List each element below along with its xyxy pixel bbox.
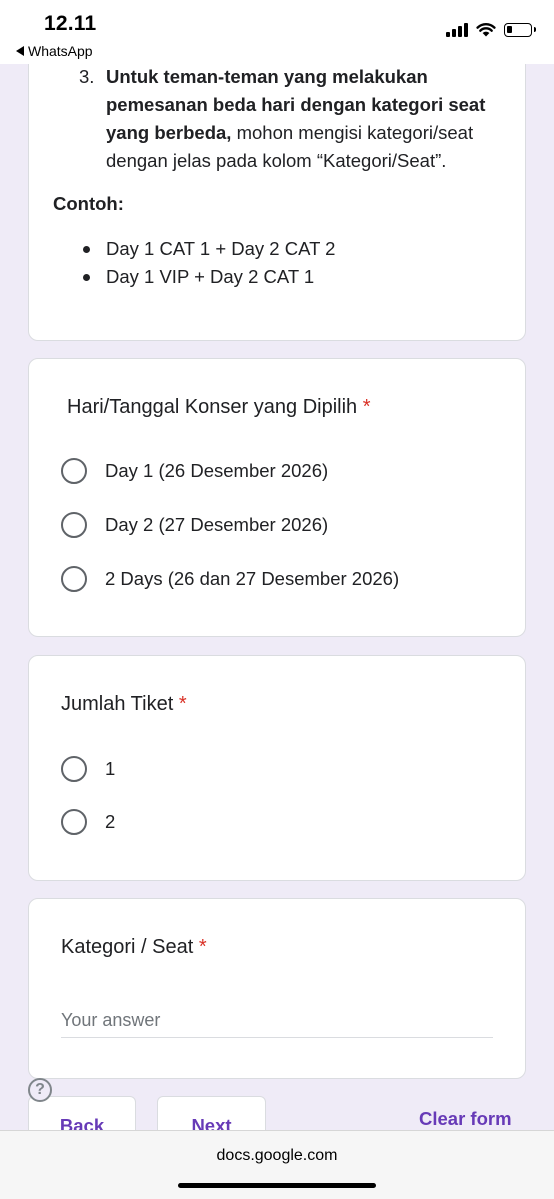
radio-button[interactable] bbox=[61, 458, 87, 484]
option-label: 2 Days (26 dan 27 Desember 2026) bbox=[105, 568, 400, 589]
option-label: 2 bbox=[105, 811, 116, 832]
help-icon[interactable]: ? bbox=[28, 1078, 52, 1102]
question-card-date: Hari/Tanggal Konser yang Dipilih * Day 1… bbox=[28, 358, 526, 637]
radio-button[interactable] bbox=[61, 809, 87, 835]
wifi-icon bbox=[476, 23, 496, 37]
example-heading: Contoh: bbox=[53, 193, 124, 214]
question-card-category: Kategori / Seat * bbox=[28, 898, 526, 1079]
radio-option-2-days[interactable]: 2 Days (26 dan 27 Desember 2026) bbox=[61, 566, 399, 592]
back-to-app-link[interactable]: WhatsApp bbox=[16, 43, 93, 59]
radio-button[interactable] bbox=[61, 512, 87, 538]
option-label: 1 bbox=[105, 758, 116, 779]
instruction-number: 3. bbox=[79, 66, 95, 87]
cellular-signal-icon bbox=[446, 22, 468, 37]
question-title: Jumlah Tiket * bbox=[61, 693, 187, 716]
question-card-quantity: Jumlah Tiket * 1 2 bbox=[28, 655, 526, 881]
radio-option-qty-1[interactable]: 1 bbox=[61, 756, 115, 782]
home-indicator[interactable] bbox=[178, 1183, 376, 1188]
radio-option-qty-2[interactable]: 2 bbox=[61, 809, 115, 835]
radio-button[interactable] bbox=[61, 566, 87, 592]
address-bar[interactable]: docs.google.com bbox=[0, 1147, 554, 1165]
option-label: Day 1 (26 Desember 2026) bbox=[105, 460, 329, 481]
required-mark: * bbox=[198, 936, 207, 958]
required-mark: * bbox=[178, 693, 187, 715]
status-time: 12.11 bbox=[44, 12, 97, 35]
question-title-text: Hari/Tanggal Konser yang Dipilih bbox=[67, 396, 358, 418]
question-title: Kategori / Seat * bbox=[61, 936, 207, 959]
required-mark: * bbox=[362, 396, 371, 418]
radio-option-day-1[interactable]: Day 1 (26 Desember 2026) bbox=[61, 458, 328, 484]
option-label: Day 2 (27 Desember 2026) bbox=[105, 514, 329, 535]
example-item: Day 1 VIP + Day 2 CAT 1 bbox=[29, 263, 335, 291]
example-list: Day 1 CAT 1 + Day 2 CAT 2 Day 1 VIP + Da… bbox=[29, 235, 335, 291]
status-icons bbox=[446, 22, 536, 37]
question-title: Hari/Tanggal Konser yang Dipilih * bbox=[67, 396, 371, 419]
radio-option-day-2[interactable]: Day 2 (27 Desember 2026) bbox=[61, 512, 328, 538]
battery-icon bbox=[504, 22, 536, 37]
form-description-card: 3. Untuk teman-teman yang melakukan peme… bbox=[28, 40, 526, 341]
example-item: Day 1 CAT 1 + Day 2 CAT 2 bbox=[29, 235, 335, 263]
question-title-text: Jumlah Tiket bbox=[61, 693, 174, 715]
radio-button[interactable] bbox=[61, 756, 87, 782]
status-bar: 12.11 WhatsApp bbox=[0, 0, 554, 64]
back-app-label: WhatsApp bbox=[28, 43, 93, 59]
browser-bottom-bar: docs.google.com bbox=[0, 1130, 554, 1199]
question-title-text: Kategori / Seat bbox=[61, 936, 194, 958]
instruction-text: Untuk teman-teman yang melakukan pemesan… bbox=[106, 63, 501, 175]
category-answer-input[interactable] bbox=[61, 1003, 493, 1038]
back-arrow-icon bbox=[16, 46, 24, 56]
clear-form-button[interactable]: Clear form bbox=[419, 1108, 512, 1130]
